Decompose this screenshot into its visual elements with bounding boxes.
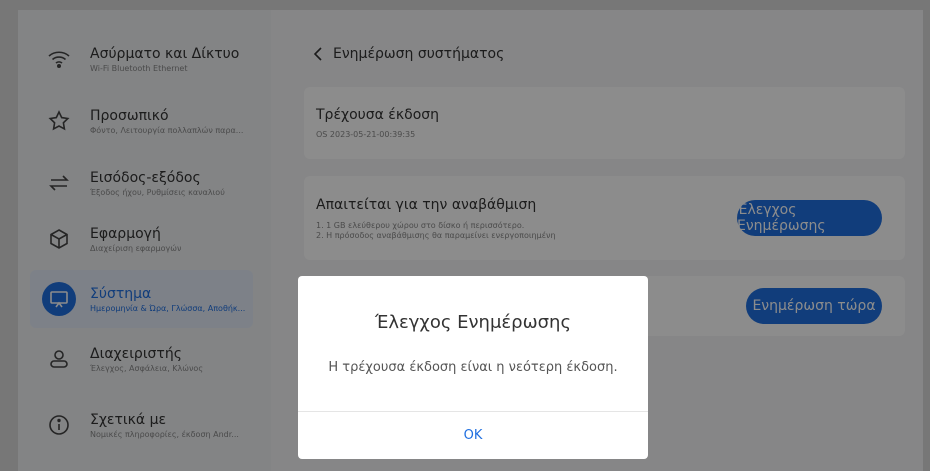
ok-button[interactable]: OK [298, 412, 648, 459]
dialog-title: Έλεγχος Ενημέρωσης [374, 312, 572, 333]
update-check-dialog: Έλεγχος Ενημέρωσης Η τρέχουσα έκδοση είν… [298, 276, 648, 459]
dialog-message: Η τρέχουσα έκδοση είναι η νεότερη έκδοση… [328, 360, 618, 375]
